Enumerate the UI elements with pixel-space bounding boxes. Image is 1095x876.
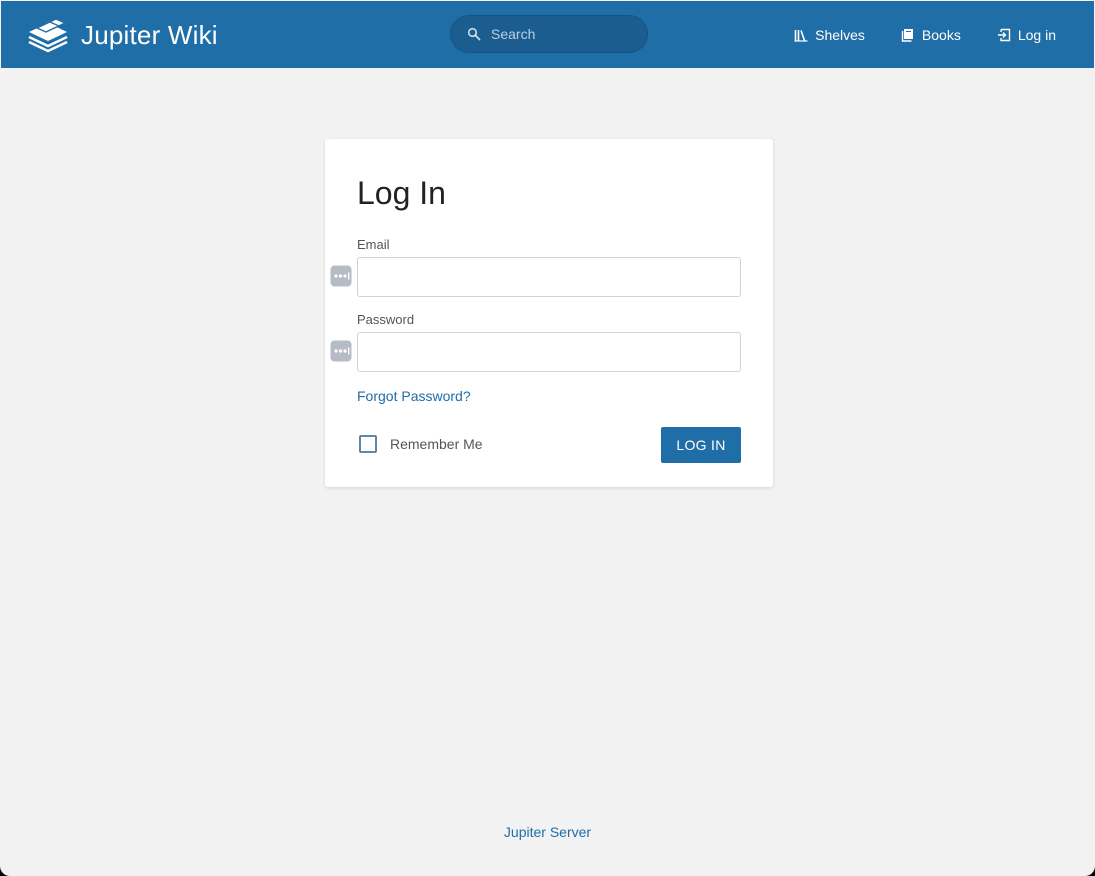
- nav-login[interactable]: Log in: [997, 27, 1056, 43]
- login-card: Log In Email Password Forgot Password? R…: [325, 139, 773, 487]
- shelves-icon: [794, 29, 808, 42]
- logo-icon: [28, 18, 68, 53]
- remember-me-checkbox[interactable]: [359, 435, 377, 453]
- app-window: Jupiter Wiki Shelves: [0, 0, 1095, 876]
- email-label: Email: [357, 237, 390, 252]
- search-input[interactable]: [491, 26, 631, 42]
- login-button[interactable]: LOG IN: [661, 427, 741, 463]
- password-label: Password: [357, 312, 415, 327]
- page-title: Log In: [357, 175, 446, 211]
- password-field[interactable]: [357, 332, 741, 372]
- header-bar: Jupiter Wiki Shelves: [1, 1, 1094, 68]
- remember-me[interactable]: Remember Me: [359, 435, 483, 453]
- site-title: Jupiter Wiki: [81, 19, 218, 50]
- email-field[interactable]: [357, 257, 741, 297]
- password-manager-icon[interactable]: [330, 340, 352, 362]
- books-icon: [901, 28, 913, 42]
- search-icon: [467, 27, 481, 41]
- login-icon: [997, 28, 1011, 41]
- search-box[interactable]: [450, 15, 648, 53]
- logo-link[interactable]: Jupiter Wiki: [26, 15, 218, 55]
- nav-books-label: Books: [921, 26, 961, 43]
- nav-books[interactable]: Books: [901, 27, 961, 43]
- nav-shelves-label: Shelves: [815, 26, 865, 43]
- password-manager-icon[interactable]: [330, 265, 352, 287]
- nav-login-label: Log in: [1017, 26, 1056, 43]
- nav-shelves[interactable]: Shelves: [794, 27, 865, 43]
- forgot-password-link[interactable]: Forgot Password?: [357, 388, 471, 404]
- footer-link[interactable]: Jupiter Server: [0, 824, 1095, 840]
- header-nav: Shelves Books Log in: [758, 1, 1056, 68]
- remember-me-label[interactable]: Remember Me: [390, 436, 483, 452]
